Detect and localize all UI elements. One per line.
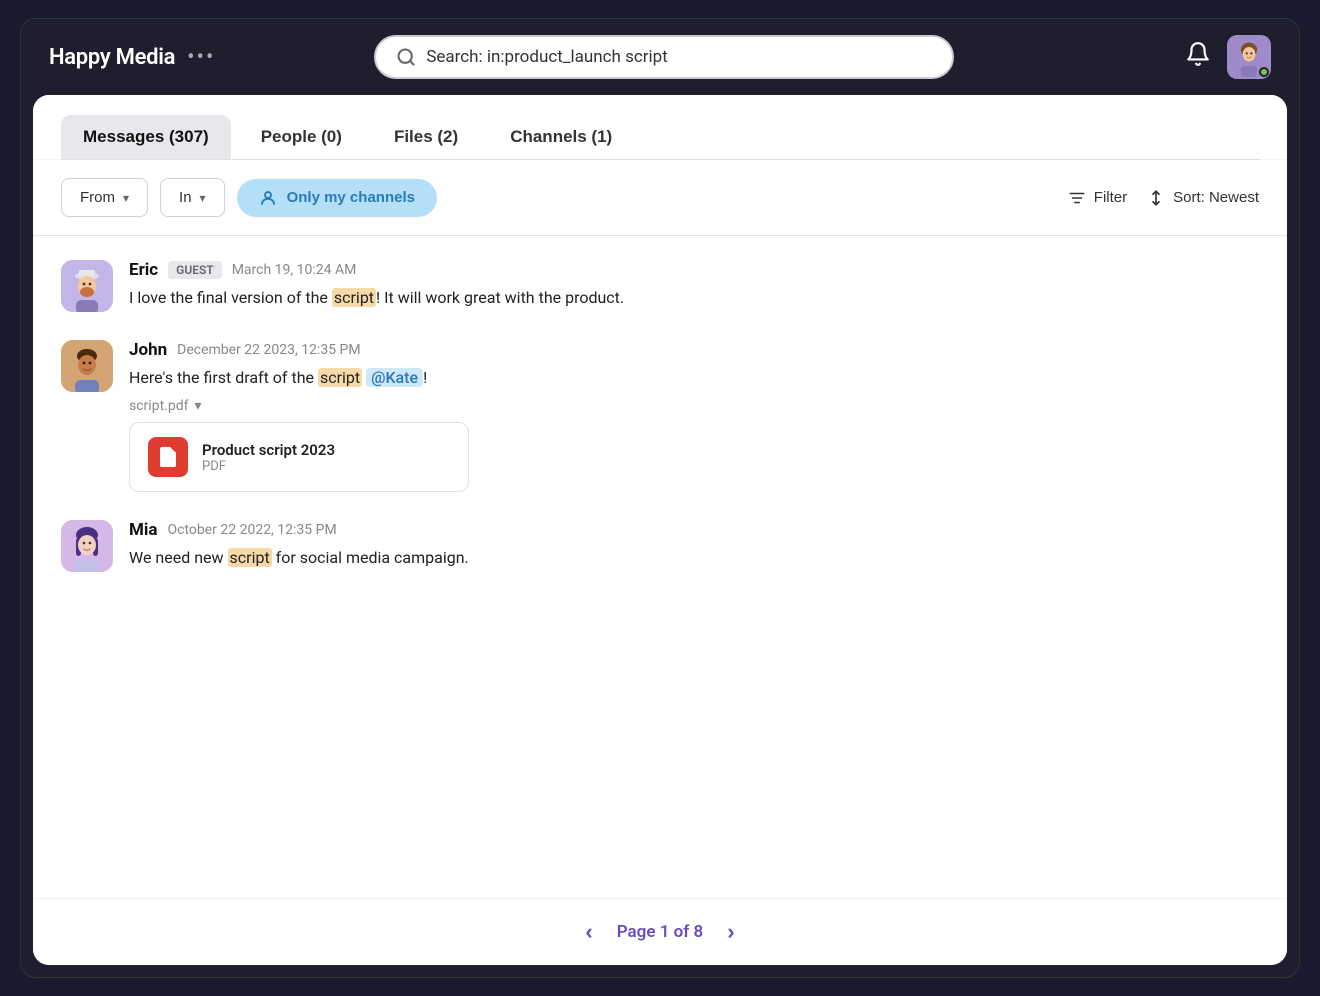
john-author: John: [129, 340, 167, 360]
page-indicator: Page 1 of 8: [617, 922, 704, 942]
eric-guest-badge: GUEST: [168, 261, 222, 279]
next-page-button[interactable]: ›: [727, 919, 734, 945]
tab-people[interactable]: People (0): [239, 115, 364, 159]
eric-message-text: I love the final version of the script! …: [129, 286, 1259, 310]
search-bar: Search: in:product_launch script: [374, 35, 954, 79]
message-item: John December 22 2023, 12:35 PM Here's t…: [61, 340, 1259, 492]
eric-message-header: Eric GUEST March 19, 10:24 AM: [129, 260, 1259, 280]
john-message-body: John December 22 2023, 12:35 PM Here's t…: [129, 340, 1259, 492]
sort-icon: [1147, 189, 1165, 207]
eric-avatar: [61, 260, 113, 312]
notification-icon[interactable]: [1185, 41, 1211, 73]
search-input-wrap[interactable]: Search: in:product_launch script: [374, 35, 954, 79]
mia-highlight: script: [228, 548, 272, 567]
in-filter-label: In: [179, 189, 192, 206]
brand-area: Happy Media •••: [49, 45, 249, 70]
john-mention: @Kate: [366, 368, 423, 387]
attachment-name: Product script 2023: [202, 441, 335, 459]
mia-message-body: Mia October 22 2022, 12:35 PM We need ne…: [129, 520, 1259, 570]
from-filter-button[interactable]: From ▾: [61, 178, 148, 217]
tab-messages[interactable]: Messages (307): [61, 115, 231, 159]
eric-message-body: Eric GUEST March 19, 10:24 AM I love the…: [129, 260, 1259, 310]
app-wrapper: Happy Media ••• Search: in:product_launc…: [20, 18, 1300, 978]
header: Happy Media ••• Search: in:product_launc…: [21, 19, 1299, 95]
mia-author: Mia: [129, 520, 157, 540]
eric-time: March 19, 10:24 AM: [232, 262, 357, 278]
message-item: Mia October 22 2022, 12:35 PM We need ne…: [61, 520, 1259, 572]
more-menu-icon[interactable]: •••: [187, 45, 215, 70]
mia-message-text: We need new script for social media camp…: [129, 546, 1259, 570]
tabs-bar: Messages (307) People (0) Files (2) Chan…: [33, 95, 1287, 159]
mia-time: October 22 2022, 12:35 PM: [167, 522, 336, 538]
john-avatar: [61, 340, 113, 392]
in-filter-button[interactable]: In ▾: [160, 178, 225, 217]
filters-row: From ▾ In ▾ Only my channels: [33, 160, 1287, 236]
filter-right: Filter Sort: Newest: [1068, 189, 1259, 207]
online-status-dot: [1259, 67, 1269, 77]
sort-label: Sort: Newest: [1173, 189, 1259, 206]
in-chevron-icon: ▾: [200, 191, 206, 205]
john-time: December 22 2023, 12:35 PM: [177, 342, 360, 358]
attachment-chevron-icon: ▾: [194, 398, 201, 414]
pdf-icon: [148, 437, 188, 477]
search-value: Search: in:product_launch script: [426, 47, 667, 67]
from-filter-label: From: [80, 189, 115, 206]
tab-files[interactable]: Files (2): [372, 115, 480, 159]
user-avatar-wrap[interactable]: [1227, 35, 1271, 79]
search-icon: [396, 47, 416, 67]
from-chevron-icon: ▾: [123, 191, 129, 205]
john-message-header: John December 22 2023, 12:35 PM: [129, 340, 1259, 360]
mia-message-header: Mia October 22 2022, 12:35 PM: [129, 520, 1259, 540]
attachment-label[interactable]: script.pdf ▾: [129, 398, 1259, 414]
my-channels-button[interactable]: Only my channels: [237, 179, 437, 217]
prev-page-button[interactable]: ‹: [585, 919, 592, 945]
john-message-text: Here's the first draft of the script @Ka…: [129, 366, 1259, 390]
filter-button[interactable]: Filter: [1068, 189, 1127, 207]
messages-list: Eric GUEST March 19, 10:24 AM I love the…: [33, 236, 1287, 898]
pagination: ‹ Page 1 of 8 ›: [33, 898, 1287, 965]
message-item: Eric GUEST March 19, 10:24 AM I love the…: [61, 260, 1259, 312]
attachment-card[interactable]: Product script 2023 PDF: [129, 422, 469, 492]
header-right: [1185, 35, 1271, 79]
filter-label: Filter: [1094, 189, 1127, 206]
eric-highlight: script: [332, 288, 376, 307]
sort-button[interactable]: Sort: Newest: [1147, 189, 1259, 207]
john-highlight: script: [318, 368, 362, 387]
brand-name: Happy Media: [49, 45, 175, 70]
eric-author: Eric: [129, 260, 158, 280]
person-icon: [259, 189, 277, 207]
my-channels-label: Only my channels: [287, 189, 415, 206]
mia-avatar: [61, 520, 113, 572]
filter-icon: [1068, 189, 1086, 207]
attachment-info: Product script 2023 PDF: [202, 441, 335, 474]
attachment-type: PDF: [202, 459, 335, 474]
main-content: Messages (307) People (0) Files (2) Chan…: [33, 95, 1287, 965]
tab-channels[interactable]: Channels (1): [488, 115, 634, 159]
